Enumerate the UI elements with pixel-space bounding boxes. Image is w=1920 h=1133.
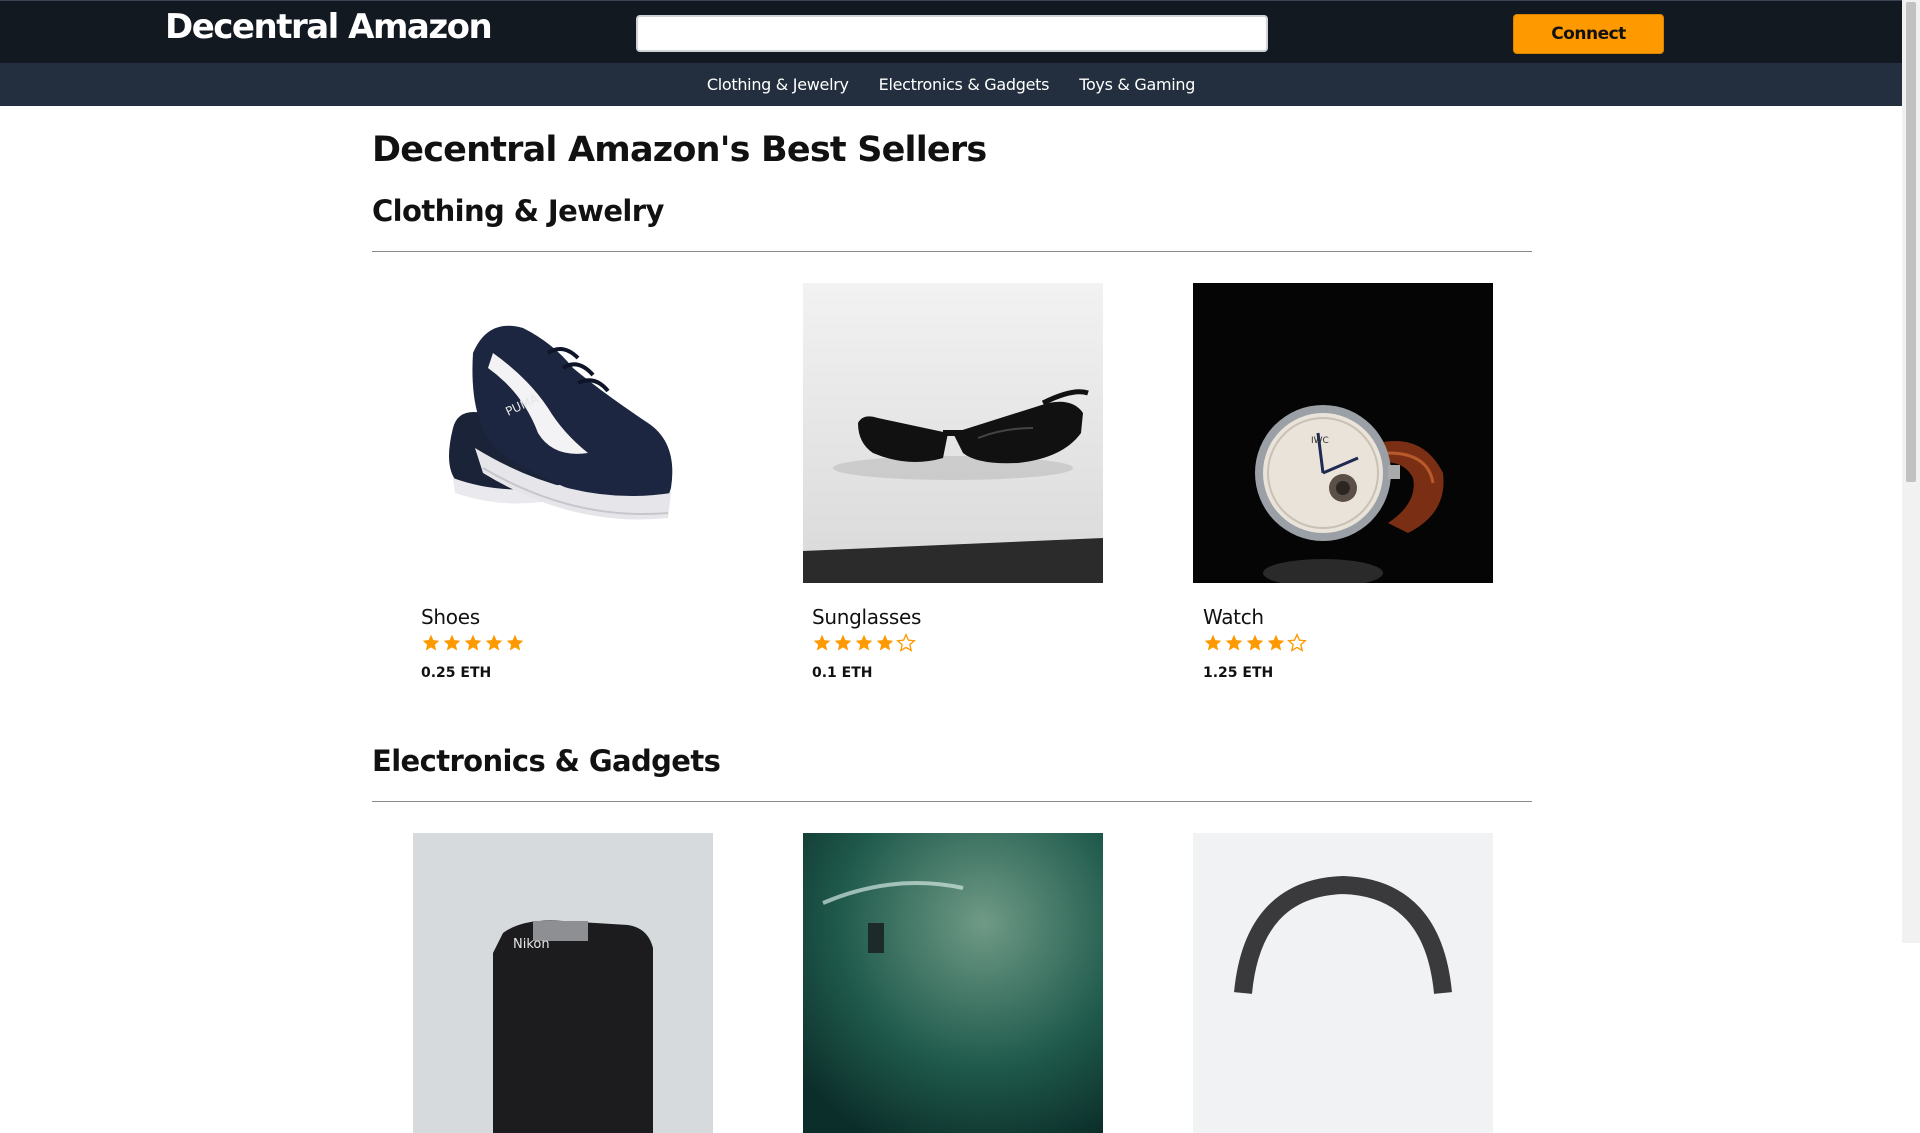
star-filled-icon <box>1225 634 1243 651</box>
nav-item-electronics-gadgets[interactable]: Electronics & Gadgets <box>879 75 1050 94</box>
product-name[interactable]: Sunglasses <box>812 605 921 629</box>
top-bar: Decentral Amazon Connect <box>0 0 1902 63</box>
svg-text:IWC: IWC <box>1311 436 1329 446</box>
product-name[interactable]: Watch <box>1203 605 1264 629</box>
page-title: Decentral Amazon's Best Sellers <box>372 130 987 170</box>
camera-image[interactable]: Nikon <box>413 833 713 1133</box>
section-divider <box>372 801 1532 802</box>
sunglasses-image[interactable] <box>803 283 1103 583</box>
star-filled-icon <box>506 634 524 651</box>
product-price: 0.1 ETH <box>812 665 873 681</box>
star-filled-icon <box>1204 634 1222 651</box>
nav-item-toys-gaming[interactable]: Toys & Gaming <box>1079 75 1195 94</box>
star-filled-icon <box>834 634 852 651</box>
product-name[interactable]: Shoes <box>421 605 480 629</box>
rating-stars <box>421 633 525 653</box>
section-divider <box>372 251 1532 252</box>
drone-image[interactable] <box>803 833 1103 1133</box>
star-empty-icon <box>896 633 916 652</box>
section-title-clothing-jewelry: Clothing & Jewelry <box>372 194 664 228</box>
site-logo[interactable]: Decentral Amazon <box>165 7 493 47</box>
connect-button[interactable]: Connect <box>1513 14 1664 54</box>
scrollbar-thumb[interactable] <box>1906 2 1916 482</box>
star-filled-icon <box>1267 634 1285 651</box>
rating-stars <box>812 633 916 653</box>
star-filled-icon <box>422 634 440 651</box>
star-filled-icon <box>464 634 482 651</box>
star-filled-icon <box>813 634 831 651</box>
headphones-image[interactable] <box>1193 833 1493 1133</box>
star-filled-icon <box>876 634 894 651</box>
section-title-electronics-gadgets: Electronics & Gadgets <box>372 744 721 778</box>
star-filled-icon <box>1246 634 1264 651</box>
star-filled-icon <box>855 634 873 651</box>
search-input[interactable] <box>636 15 1268 52</box>
category-nav: Clothing & Jewelry Electronics & Gadgets… <box>0 63 1902 106</box>
page-scrollbar[interactable] <box>1902 0 1920 943</box>
watch-image[interactable]: IWC <box>1193 283 1493 583</box>
rating-stars <box>1203 633 1307 653</box>
product-price: 0.25 ETH <box>421 665 492 681</box>
star-filled-icon <box>443 634 461 651</box>
nav-item-clothing-jewelry[interactable]: Clothing & Jewelry <box>707 75 849 94</box>
star-empty-icon <box>1287 633 1307 652</box>
svg-text:Nikon: Nikon <box>513 937 550 952</box>
product-price: 1.25 ETH <box>1203 665 1274 681</box>
star-filled-icon <box>485 634 503 651</box>
shoe-image[interactable]: PUMA <box>413 283 713 583</box>
